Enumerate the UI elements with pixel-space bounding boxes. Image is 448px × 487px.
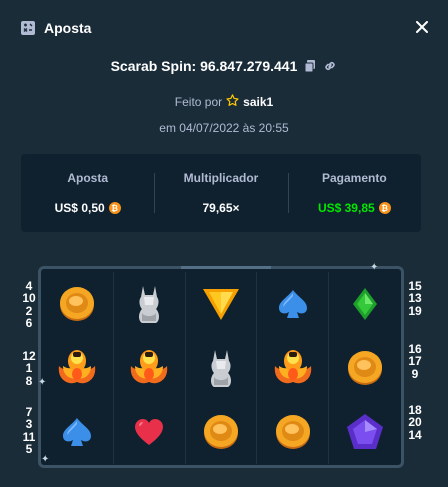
stat-multiplier-value-row: 79,65×: [202, 201, 239, 215]
spade-icon: [271, 282, 315, 326]
stat-bet-value-row: US$ 0,50 ₿: [55, 201, 121, 215]
coin-icon: [343, 346, 387, 390]
placed-by-row: Feito por saik1: [0, 94, 448, 110]
stat-multiplier-label: Multiplicador: [183, 171, 259, 185]
bet-id-row: Scarab Spin: 96.847.279.441: [0, 58, 448, 74]
payline-group-left-bottom: 7 3 11 5: [18, 406, 40, 456]
reel-column: [328, 272, 400, 464]
pentagon-icon: [343, 410, 387, 454]
modal-header: Aposta: [0, 0, 448, 56]
reel-column: [184, 272, 257, 464]
placed-by-label: Feito por: [174, 95, 223, 109]
stat-payout-label: Pagamento: [321, 171, 387, 185]
diamond-icon: [343, 282, 387, 326]
payline-number: 3: [25, 417, 33, 432]
reel-column: [112, 272, 185, 464]
close-icon[interactable]: [414, 19, 430, 35]
copy-icon[interactable]: [303, 59, 317, 73]
modal-title: Aposta: [44, 20, 92, 36]
star-icon: [226, 94, 239, 110]
payline-number: 13: [408, 291, 422, 306]
reel-column: [42, 272, 113, 464]
scarab-icon: [127, 346, 171, 390]
scarab-icon: [55, 346, 99, 390]
payline-number: 14: [408, 427, 422, 442]
bet-date: em 04/07/2022 às 20:55: [159, 121, 289, 135]
triangle-icon: [199, 282, 243, 326]
reel-column: [256, 272, 328, 464]
payline-number: 8: [25, 373, 33, 388]
payline-number: 10: [22, 291, 36, 306]
payline-number: 20: [408, 415, 422, 430]
stat-bet: Aposta US$ 0,50 ₿: [21, 171, 154, 215]
payline-group-left-top: 4 10 2 6: [18, 280, 40, 330]
reels-grid: [42, 272, 400, 464]
coin-icon: [55, 282, 99, 326]
stat-payout: Pagamento US$ 39,85 ₿: [287, 171, 421, 215]
stat-bet-value: US$ 0,50: [54, 201, 105, 215]
bet-slip-icon: [20, 20, 36, 36]
payline-number: 17: [408, 354, 422, 369]
frame-highlight: [181, 266, 271, 269]
payline-group-right-bottom: 18 20 14: [404, 404, 426, 442]
payline-group-left-mid: 12 1 8: [18, 350, 40, 388]
scarab-icon: [271, 346, 315, 390]
cat-icon: [199, 346, 243, 390]
link-icon[interactable]: [323, 59, 337, 73]
payline-number: 6: [25, 316, 33, 331]
stat-multiplier: Multiplicador 79,65×: [154, 171, 287, 215]
bet-stats-panel: Aposta US$ 0,50 ₿ Multiplicador 79,65× P…: [21, 154, 421, 232]
stat-payout-value: US$ 39,85: [317, 201, 375, 215]
payline-number: 9: [411, 366, 419, 381]
payline-number: 5: [25, 442, 33, 457]
stat-bet-label: Aposta: [67, 171, 108, 185]
bet-id-label: Scarab Spin: 96.847.279.441: [110, 58, 298, 74]
payline-number: 1: [25, 361, 33, 376]
btc-coin-icon: ₿: [108, 202, 121, 214]
heart-icon: [127, 410, 171, 454]
coin-icon: [271, 410, 315, 454]
username-link[interactable]: saik1: [243, 95, 273, 109]
payline-group-right-mid: 16 17 9: [404, 343, 426, 381]
cat-icon: [127, 282, 171, 326]
btc-coin-icon: ₿: [378, 202, 391, 214]
payline-number: 19: [408, 303, 422, 318]
stat-multiplier-value: 79,65×: [202, 201, 240, 215]
payline-group-right-top: 15 13 19: [404, 280, 426, 318]
stat-payout-value-row: US$ 39,85 ₿: [318, 201, 391, 215]
coin-icon: [199, 410, 243, 454]
spade-icon: [55, 410, 99, 454]
